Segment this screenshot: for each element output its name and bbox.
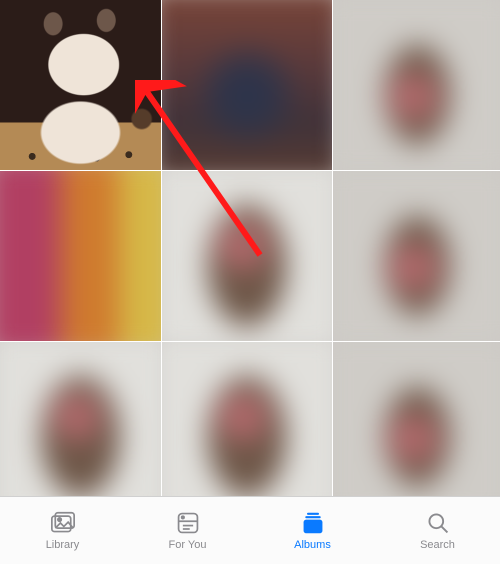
tab-albums[interactable]: Albums [250, 511, 375, 551]
photo-thumbnail[interactable] [162, 0, 332, 170]
tab-label: Library [46, 539, 80, 551]
photo-thumbnail[interactable] [333, 342, 500, 496]
tab-library[interactable]: Library [0, 511, 125, 551]
tab-label: Albums [294, 539, 331, 551]
albums-icon [299, 511, 327, 535]
for-you-icon [174, 511, 202, 535]
photo-thumbnail[interactable] [0, 342, 161, 496]
tab-for-you[interactable]: For You [125, 511, 250, 551]
photo-grid [0, 0, 500, 496]
photo-thumbnail[interactable] [333, 0, 500, 170]
library-icon [49, 511, 77, 535]
tab-label: For You [169, 539, 207, 551]
tab-search[interactable]: Search [375, 511, 500, 551]
photo-thumbnail[interactable] [162, 342, 332, 496]
photo-thumbnail[interactable] [0, 171, 161, 341]
tab-bar: Library For You Albums [0, 496, 500, 564]
photo-thumbnail-kitten[interactable] [0, 0, 161, 170]
photo-thumbnail[interactable] [333, 171, 500, 341]
photo-thumbnail[interactable] [162, 171, 332, 341]
search-icon [424, 511, 452, 535]
photos-app: Library For You Albums [0, 0, 500, 564]
tab-label: Search [420, 539, 455, 551]
